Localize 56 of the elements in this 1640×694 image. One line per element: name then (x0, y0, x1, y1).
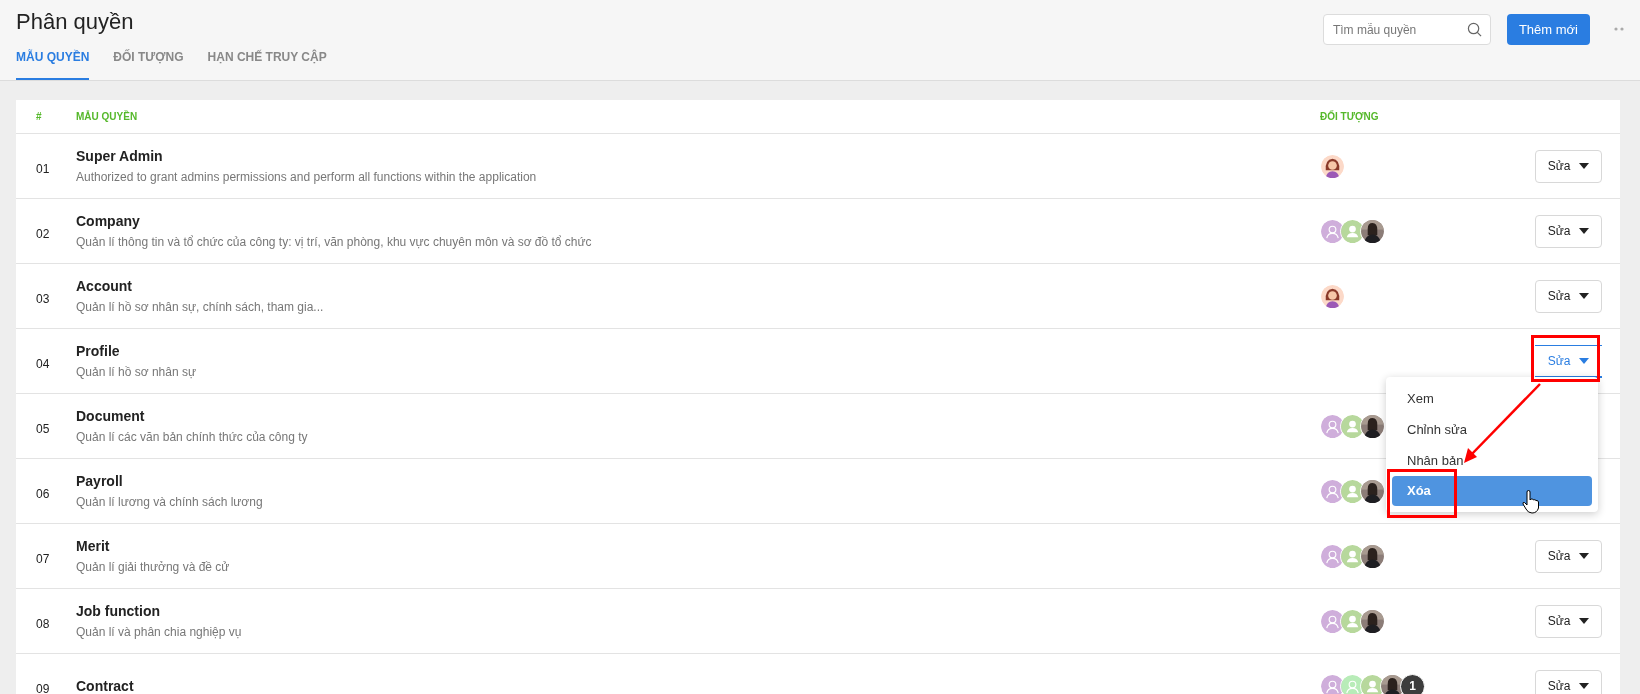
role-name: Super Admin (76, 146, 164, 165)
avatar-icon (1320, 283, 1345, 309)
edit-button[interactable]: Sửa (1535, 604, 1602, 638)
row-number: 07 (36, 551, 51, 568)
caret-icon (1579, 293, 1590, 299)
row-number: 09 (36, 681, 51, 694)
avatar-icon (1320, 153, 1345, 179)
role-name: Account (76, 276, 133, 295)
role-description: Quản lí và phân chia nghiệp vụ (76, 623, 243, 641)
edit-button[interactable]: Sửa (1535, 539, 1602, 573)
role-name: Contract (76, 677, 135, 694)
role-name: Profile (76, 341, 121, 360)
caret-icon (1579, 683, 1590, 689)
row-number: 02 (36, 226, 51, 243)
menu-item[interactable]: Nhân bản (1392, 445, 1592, 476)
column-header: # (36, 110, 43, 124)
role-description: Quản lí hồ sơ nhân sự (76, 363, 197, 381)
menu-item[interactable]: Xem (1392, 383, 1592, 414)
caret-icon (1579, 163, 1590, 169)
edit-button[interactable]: Sửa (1535, 214, 1602, 248)
role-name: Company (76, 211, 141, 230)
count-badge: 1 (1400, 673, 1425, 694)
edit-button[interactable]: Sửa (1535, 669, 1602, 694)
role-description: Quản lí thông tin và tổ chức của công ty: vị trí, văn phòng, khu vực chuyên môn và sơ đồ tổ chức (76, 233, 593, 251)
column-header: ĐỐI TƯỢNG (1320, 109, 1379, 124)
row-number: 05 (36, 421, 51, 438)
role-name: Job function (76, 601, 161, 620)
edit-button[interactable]: Sửa (1535, 279, 1602, 313)
add-button[interactable]: Thêm mới (1506, 14, 1590, 45)
row-number: 04 (36, 356, 51, 373)
caret-icon (1579, 357, 1590, 364)
row-number: 01 (36, 161, 51, 178)
column-header: MẪU QUYỀN (76, 109, 139, 124)
role-name: Merit (76, 536, 111, 555)
search-field[interactable]: Tìm mẫu quyền (1322, 14, 1491, 45)
role-description: Authorized to grant admins permissions and perform all functions within the application (76, 168, 538, 186)
role-name: Payroll (76, 471, 124, 490)
menu-item[interactable]: Chỉnh sửa (1392, 414, 1592, 445)
more-icon[interactable] (1614, 27, 1624, 31)
search-icon (1466, 22, 1482, 37)
role-description: Quản lí hồ sơ nhân sự, chính sách, tham gia... (76, 298, 325, 316)
highlight-box (1387, 469, 1457, 518)
row-number: 08 (36, 616, 51, 633)
role-name: Document (76, 406, 146, 425)
caret-icon (1579, 553, 1590, 559)
page-title: Phân quyền (16, 8, 135, 36)
tab[interactable]: MẪU QUYỀN (16, 48, 90, 80)
row-number: 03 (36, 291, 51, 308)
role-description: Quản lí lương và chính sách lương (76, 493, 264, 511)
highlight-box (1531, 335, 1600, 382)
row-number: 06 (36, 486, 51, 503)
caret-icon (1579, 618, 1590, 624)
caret-icon (1579, 228, 1590, 234)
role-description: Quản lí các văn bản chính thức của công ty (76, 428, 309, 446)
role-description: Quản lí giải thưởng và đề cử (76, 558, 231, 576)
edit-button[interactable]: Sửa (1535, 149, 1602, 183)
